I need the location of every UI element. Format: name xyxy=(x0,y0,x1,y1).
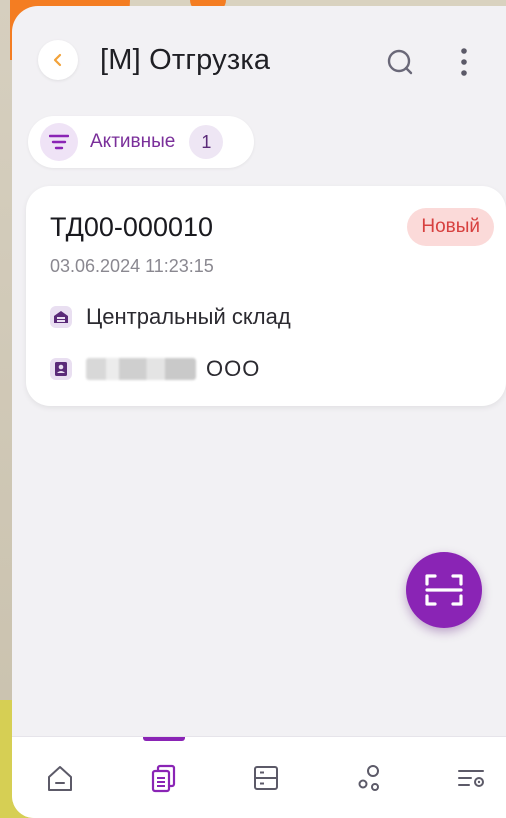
filter-count-badge: 1 xyxy=(189,125,224,159)
contact-card-icon xyxy=(50,358,72,380)
nav-connections[interactable] xyxy=(335,737,405,818)
warehouse-row: Центральный склад xyxy=(50,304,291,330)
app-bar: [M] Отгрузка xyxy=(12,6,506,106)
contractor-row: ООО xyxy=(50,356,260,382)
connections-icon xyxy=(358,765,379,791)
warehouse-name: Центральный склад xyxy=(86,304,291,329)
filter-icon-container xyxy=(40,123,78,161)
home-icon xyxy=(48,766,72,791)
filter-label: Активные xyxy=(90,131,176,152)
contractor-name-redacted xyxy=(86,358,196,380)
more-options-button[interactable] xyxy=(452,42,476,82)
chevron-left-icon xyxy=(53,53,62,67)
storage-icon xyxy=(254,766,278,790)
document-card[interactable]: ТД00-000010 Новый 03.06.2024 11:23:15 Це… xyxy=(26,186,506,406)
contractor-suffix: ООО xyxy=(206,356,261,381)
page-title: [M] Отгрузка xyxy=(100,44,271,76)
nav-storage[interactable] xyxy=(231,737,301,818)
settings-list-icon xyxy=(458,770,484,787)
nav-home[interactable] xyxy=(25,737,95,818)
app-screen: [M] Отгрузка Активные 1 ТД00-000010 Новы… xyxy=(12,6,506,818)
document-number: ТД00-000010 xyxy=(50,212,214,242)
search-button[interactable] xyxy=(382,44,418,80)
nav-documents[interactable] xyxy=(129,737,199,818)
document-datetime: 03.06.2024 11:23:15 xyxy=(50,256,214,276)
bottom-navigation xyxy=(12,736,506,818)
warehouse-icon xyxy=(50,306,72,328)
scan-icon xyxy=(425,574,463,606)
more-vertical-icon xyxy=(461,48,467,76)
back-button[interactable] xyxy=(38,40,78,80)
nav-settings[interactable] xyxy=(437,737,506,818)
filter-icon xyxy=(49,134,69,150)
status-badge: Новый xyxy=(407,208,494,246)
documents-icon xyxy=(151,764,176,793)
filter-chip-active[interactable]: Активные 1 xyxy=(28,116,254,168)
search-icon xyxy=(387,49,413,75)
scan-button[interactable] xyxy=(406,552,482,628)
